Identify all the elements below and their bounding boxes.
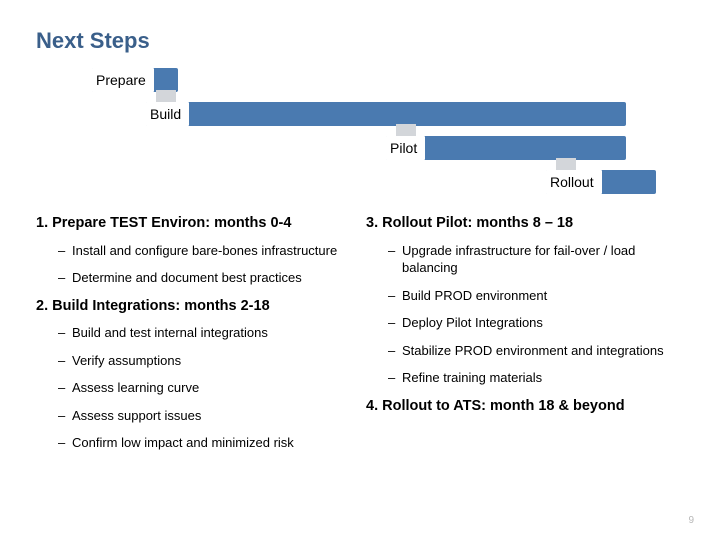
- list-item: Assess learning curve: [58, 379, 354, 397]
- column-right: 3. Rollout Pilot: months 8 – 18 Upgrade …: [366, 206, 684, 462]
- list-item: Refine training materials: [388, 369, 684, 387]
- bullet-list: Build and test internal integrations Ver…: [36, 324, 354, 452]
- page-title: Next Steps: [36, 28, 684, 54]
- stage-label: Pilot: [386, 136, 425, 160]
- list-item: Build PROD environment: [388, 287, 684, 305]
- stage-label: Build: [146, 102, 189, 126]
- list-item: Stabilize PROD environment and integrati…: [388, 342, 684, 360]
- content-columns: 1. Prepare TEST Environ: months 0-4 Inst…: [36, 206, 684, 462]
- slide: Next Steps Prepare Build Pilot Rollout 1…: [0, 0, 720, 540]
- stage-rollout: Rollout: [546, 170, 656, 194]
- list-item: Verify assumptions: [58, 352, 354, 370]
- stage-build: Build: [146, 102, 626, 126]
- stage-prepare: Prepare: [92, 68, 178, 92]
- list-item: Build and test internal integrations: [58, 324, 354, 342]
- section-heading: 3. Rollout Pilot: months 8 – 18: [366, 214, 684, 234]
- section-heading: 2. Build Integrations: months 2-18: [36, 297, 354, 317]
- timeline: Prepare Build Pilot Rollout: [36, 68, 684, 198]
- page-number: 9: [688, 515, 694, 526]
- bullet-list: Install and configure bare-bones infrast…: [36, 242, 354, 287]
- section-heading: 4. Rollout to ATS: month 18 & beyond: [366, 397, 684, 417]
- stage-bar: [146, 102, 626, 126]
- list-item: Confirm low impact and minimized risk: [58, 434, 354, 452]
- stage-pilot: Pilot: [386, 136, 626, 160]
- section-heading: 1. Prepare TEST Environ: months 0-4: [36, 214, 354, 234]
- list-item: Deploy Pilot Integrations: [388, 314, 684, 332]
- stage-label: Rollout: [546, 170, 602, 194]
- list-item: Assess support issues: [58, 407, 354, 425]
- list-item: Determine and document best practices: [58, 269, 354, 287]
- column-left: 1. Prepare TEST Environ: months 0-4 Inst…: [36, 206, 354, 462]
- list-item: Upgrade infrastructure for fail-over / l…: [388, 242, 684, 277]
- list-item: Install and configure bare-bones infrast…: [58, 242, 354, 260]
- bullet-list: Upgrade infrastructure for fail-over / l…: [366, 242, 684, 387]
- stage-label: Prepare: [92, 68, 154, 92]
